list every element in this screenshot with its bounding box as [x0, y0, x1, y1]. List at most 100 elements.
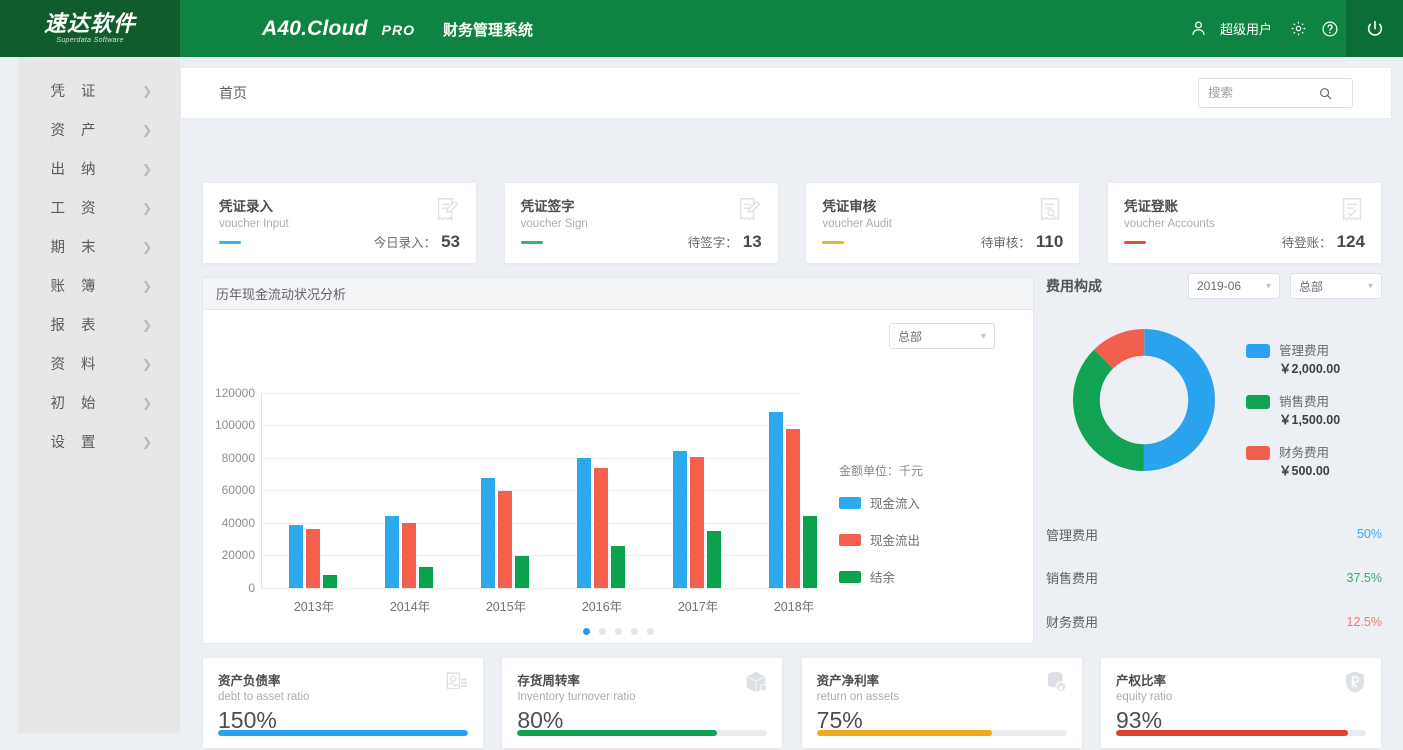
ratio-card-return-on-assets[interactable]: 资产净利率 return on assets 75%	[801, 657, 1083, 749]
donut-legend-item-sales[interactable]: 销售费用 ￥1,500.00	[1246, 393, 1340, 429]
brand-block: A40.Cloud PRO 财务管理系统	[262, 17, 533, 41]
top-header-bar: 速达软件 Superdata Software A40.Cloud PRO 财务…	[0, 0, 1403, 57]
x-tick-label: 2016年	[582, 596, 622, 615]
ratio-progress-track	[1116, 730, 1366, 736]
expense-composition-panel: 费用构成 2019-06 ▾ 总部 ▾	[1046, 272, 1382, 644]
bar-inflow[interactable]	[577, 458, 591, 588]
legend-item-balance[interactable]: 结余	[839, 567, 923, 586]
search-icon[interactable]	[1318, 86, 1333, 101]
carousel-dot-1[interactable]	[583, 628, 590, 635]
sidebar-item-label: 出 纳	[18, 158, 128, 179]
product-edition: PRO	[382, 22, 415, 38]
kpi-card-voucher-accounts[interactable]: 凭证登账 voucher Accounts 待登账： 124	[1107, 182, 1382, 264]
product-name: A40.Cloud	[262, 17, 368, 41]
kpi-card-voucher-input[interactable]: 凭证录入 voucher Input 今日录入： 53	[202, 182, 477, 264]
header-actions: 超级用户	[1182, 0, 1403, 57]
expense-branch-select[interactable]: 总部 ▾	[1290, 273, 1382, 299]
x-tick-label: 2013年	[294, 596, 334, 615]
expense-panel-header: 费用构成 2019-06 ▾ 总部 ▾	[1046, 272, 1382, 300]
kpi-card-voucher-audit[interactable]: 凭证审核 voucher Audit 待审核： 110	[805, 182, 1080, 264]
kpi-card-voucher-sign[interactable]: 凭证签字 voucher Sign 待签字： 13	[504, 182, 779, 264]
sidebar-item-assets[interactable]: 资 产 ❯	[18, 110, 180, 149]
expense-period-select[interactable]: 2019-06 ▾	[1188, 273, 1280, 299]
gear-icon[interactable]	[1282, 0, 1314, 57]
legend-swatch	[839, 497, 861, 509]
legend-item-inflow[interactable]: 现金流入	[839, 493, 923, 512]
bar-outflow[interactable]	[306, 529, 320, 588]
chevron-down-icon: ▾	[1368, 281, 1373, 292]
ratio-card-inventory-turnover[interactable]: 存货周转率 Inventory turnover ratio 80%	[501, 657, 783, 749]
breadcrumb[interactable]: 首页	[219, 83, 247, 103]
kpi-metric-label: 待签字：	[688, 232, 738, 251]
expense-row-sales[interactable]: 销售费用 37.5%	[1046, 556, 1382, 600]
kpi-title: 凭证审核	[822, 195, 1063, 215]
sidebar-item-data[interactable]: 资 料 ❯	[18, 344, 180, 383]
bar-inflow[interactable]	[481, 478, 495, 588]
bar-balance[interactable]	[611, 546, 625, 588]
donut-legend-item-management[interactable]: 管理费用 ￥2,000.00	[1246, 342, 1340, 378]
ratio-card-equity-ratio[interactable]: 产权比率 equity ratio 93%	[1100, 657, 1382, 749]
sidebar-item-cashier[interactable]: 出 纳 ❯	[18, 149, 180, 188]
ratio-card-row: 资产负债率 debt to asset ratio 150% 存货周转率 Inv…	[202, 657, 1382, 749]
sidebar-item-ledger[interactable]: 账 簿 ❯	[18, 266, 180, 305]
bar-inflow[interactable]	[673, 451, 687, 588]
kpi-title: 凭证签字	[521, 195, 762, 215]
sidebar-item-settings[interactable]: 设 置 ❯	[18, 422, 180, 461]
user-icon[interactable]	[1182, 0, 1216, 57]
legend-label: 现金流出	[870, 530, 920, 549]
bar-outflow[interactable]	[402, 523, 416, 588]
y-tick-label: 120000	[215, 386, 255, 400]
search-box[interactable]	[1198, 78, 1353, 108]
sidebar-item-label: 初 始	[18, 392, 128, 413]
bar-balance[interactable]	[803, 516, 817, 588]
bar-outflow[interactable]	[594, 468, 608, 588]
user-name-label[interactable]: 超级用户	[1220, 0, 1272, 57]
chevron-right-icon: ❯	[142, 279, 152, 293]
kpi-accent-rule	[219, 241, 241, 244]
donut-legend-item-finance[interactable]: 财务费用 ￥500.00	[1246, 444, 1340, 480]
bar-outflow[interactable]	[690, 457, 704, 588]
donut-legend-name: 销售费用	[1279, 395, 1329, 409]
sidebar-item-period-end[interactable]: 期 末 ❯	[18, 227, 180, 266]
ratio-subtitle: return on assets	[817, 691, 1067, 703]
legend-item-outflow[interactable]: 现金流出	[839, 530, 923, 549]
bar-balance[interactable]	[707, 531, 721, 588]
bar-inflow[interactable]	[385, 516, 399, 588]
kpi-accent-rule	[521, 241, 543, 244]
help-icon[interactable]	[1314, 0, 1346, 57]
app-logo[interactable]: 速达软件 Superdata Software	[0, 0, 180, 57]
ratio-progress-fill	[1116, 730, 1349, 736]
bar-outflow[interactable]	[498, 491, 512, 588]
carousel-dot-3[interactable]	[615, 628, 622, 635]
kpi-title: 凭证登账	[1124, 195, 1365, 215]
bar-balance[interactable]	[515, 556, 529, 588]
bar-balance[interactable]	[419, 567, 433, 588]
ratio-card-debt-to-asset[interactable]: 资产负债率 debt to asset ratio 150%	[202, 657, 484, 749]
bar-outflow[interactable]	[786, 429, 800, 588]
ratio-progress-fill	[817, 730, 992, 736]
chevron-right-icon: ❯	[142, 162, 152, 176]
expense-donut-chart[interactable]	[1068, 324, 1220, 476]
power-icon[interactable]	[1346, 0, 1403, 57]
ratio-progress-track	[517, 730, 767, 736]
bar-inflow[interactable]	[289, 525, 303, 588]
expense-row-finance[interactable]: 财务费用 12.5%	[1046, 600, 1382, 644]
ratio-title: 资产负债率	[218, 670, 468, 689]
carousel-dot-5[interactable]	[647, 628, 654, 635]
kpi-subtitle: voucher Input	[219, 218, 460, 230]
sidebar-item-reports[interactable]: 报 表 ❯	[18, 305, 180, 344]
chart-title: 历年现金流动状况分析	[216, 284, 346, 303]
sidebar-item-initialize[interactable]: 初 始 ❯	[18, 383, 180, 422]
search-input[interactable]	[1208, 86, 1318, 100]
expense-row-management[interactable]: 管理费用 50%	[1046, 512, 1382, 556]
chart-bars	[261, 393, 801, 588]
carousel-dot-4[interactable]	[631, 628, 638, 635]
sidebar-item-voucher[interactable]: 凭 证 ❯	[18, 71, 180, 110]
report-doc-icon	[444, 669, 470, 695]
bar-inflow[interactable]	[769, 412, 783, 588]
application-root: 速达软件 Superdata Software A40.Cloud PRO 财务…	[0, 0, 1403, 750]
carousel-dot-2[interactable]	[599, 628, 606, 635]
bar-balance[interactable]	[323, 575, 337, 588]
kpi-metric: 待签字： 13	[688, 232, 762, 252]
sidebar-item-payroll[interactable]: 工 资 ❯	[18, 188, 180, 227]
